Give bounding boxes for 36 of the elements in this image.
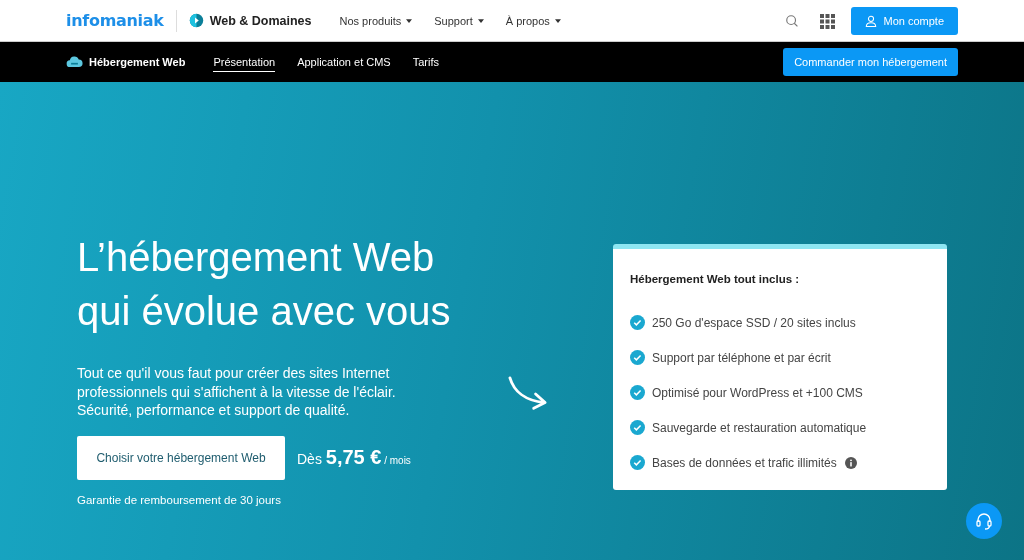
- hero-description: Tout ce qu'il vous faut pour créer des sites Internet professionnels qui s'affichent à la vitesse de l'éclair. Sécurité, performance et support de qualité.: [77, 364, 397, 420]
- check-icon: [630, 315, 645, 330]
- headset-icon: [974, 511, 994, 531]
- curved-arrow-icon: [507, 375, 549, 413]
- support-chat-button[interactable]: [966, 503, 1002, 539]
- user-icon: [865, 14, 878, 27]
- feature-text: Optimisé pour WordPress et +100 CMS: [652, 385, 863, 400]
- feature-text: 250 Go d'espace SSD / 20 sites inclus: [652, 315, 856, 330]
- info-icon[interactable]: [844, 456, 857, 469]
- check-icon: [630, 455, 645, 470]
- product-name[interactable]: Web & Domaines: [209, 13, 312, 28]
- check-icon: [630, 420, 645, 435]
- feature-text: Support par téléphone et par écrit: [652, 350, 831, 365]
- search-icon[interactable]: [785, 13, 800, 28]
- nav-menu-item[interactable]: Nos produits: [339, 14, 413, 27]
- nav-tab[interactable]: Tarifs: [412, 52, 439, 72]
- section-title: Hébergement Web: [89, 56, 186, 68]
- caret-icon: [477, 18, 484, 23]
- check-icon: [630, 350, 645, 365]
- nav-menu-item[interactable]: Support: [434, 14, 484, 27]
- feature-text: Sauvegarde et restauration automatique: [652, 420, 867, 435]
- product-icon: [188, 13, 204, 28]
- caret-icon: [554, 18, 561, 23]
- card-title: Hébergement Web tout inclus :: [630, 273, 801, 285]
- check-icon: [630, 385, 645, 400]
- price-text: Dès 5,75 €/ mois: [297, 446, 411, 469]
- nav-menu-item[interactable]: À propos: [505, 14, 561, 27]
- apps-grid-icon[interactable]: [819, 12, 836, 29]
- cloud-icon: [66, 56, 83, 68]
- choose-hosting-button[interactable]: Choisir votre hébergement Web: [77, 435, 285, 480]
- caret-icon: [406, 18, 413, 23]
- guarantee-text: Garantie de remboursement de 30 jours: [77, 493, 282, 506]
- nav-tab[interactable]: Présentation: [213, 52, 276, 72]
- feature-text: Bases de données et trafic illimités: [652, 455, 837, 470]
- nav-tab[interactable]: Application et CMS: [297, 52, 391, 72]
- hero-headline: L’hébergement Web qui évolue avec vous: [77, 234, 452, 335]
